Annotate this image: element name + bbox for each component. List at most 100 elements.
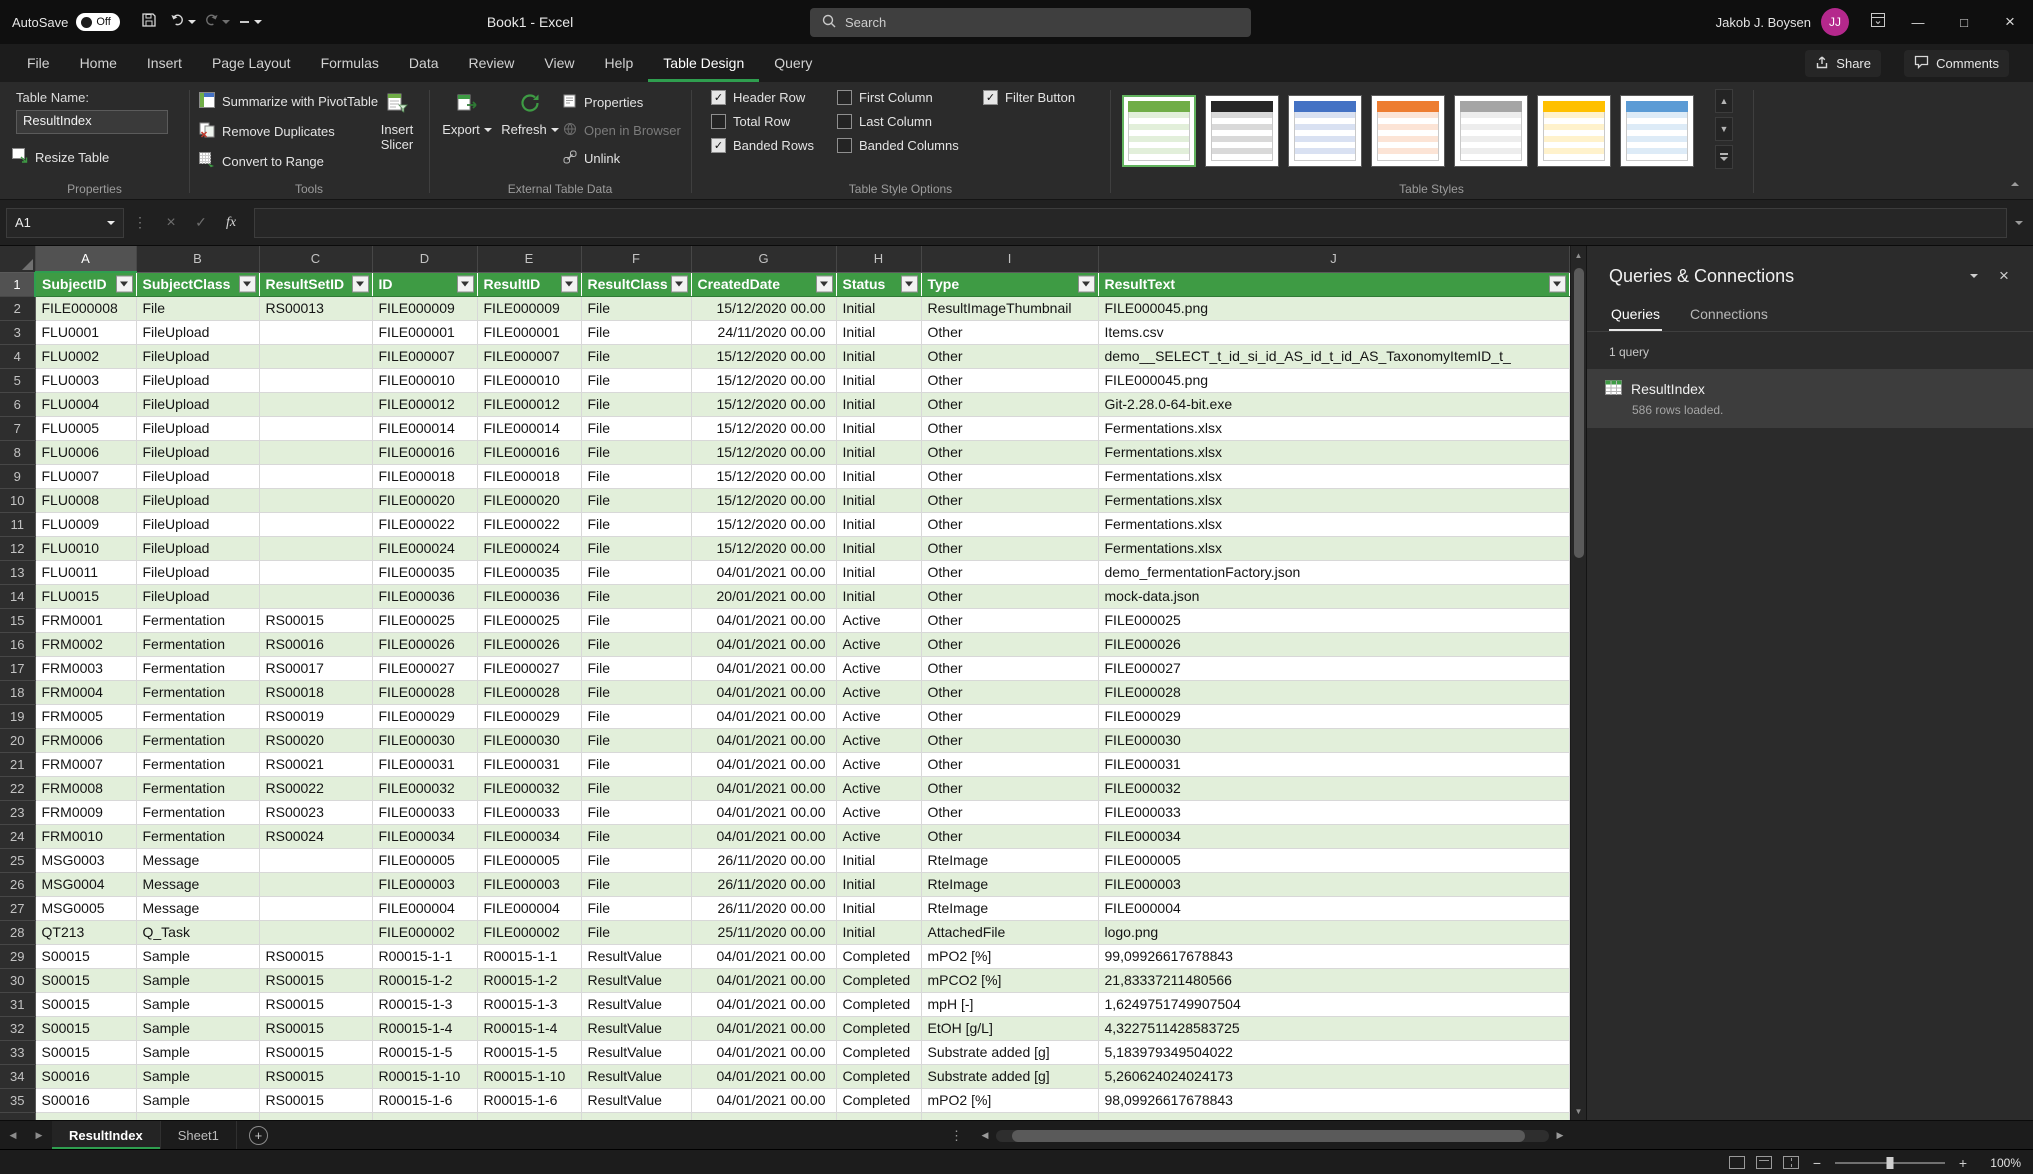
cell-D8[interactable]: FILE000016: [372, 440, 477, 464]
cell-E4[interactable]: FILE000007: [477, 344, 581, 368]
cell-H19[interactable]: Active: [836, 704, 921, 728]
checkbox-total-row[interactable]: Total Row: [711, 114, 814, 129]
cell-I35[interactable]: mPO2 [%]: [921, 1088, 1098, 1112]
column-header-H[interactable]: H: [836, 246, 921, 272]
ribbon-tab-page-layout[interactable]: Page Layout: [197, 44, 306, 82]
cell-D23[interactable]: FILE000033: [372, 800, 477, 824]
cell-H24[interactable]: Active: [836, 824, 921, 848]
cell-D34[interactable]: R00015-1-10: [372, 1064, 477, 1088]
pane-menu-button[interactable]: [1959, 262, 1989, 290]
cell-B25[interactable]: Message: [136, 848, 259, 872]
checkbox-filter-button[interactable]: ✓Filter Button: [983, 90, 1075, 105]
cell-F14[interactable]: File: [581, 584, 691, 608]
table-header-id[interactable]: ID: [372, 272, 477, 296]
cell-I22[interactable]: Other: [921, 776, 1098, 800]
cell-G25[interactable]: 26/11/2020 00.00: [691, 848, 836, 872]
cell-H35[interactable]: Completed: [836, 1088, 921, 1112]
cell-H13[interactable]: Initial: [836, 560, 921, 584]
cell-C16[interactable]: RS00016: [259, 632, 372, 656]
cell-G35[interactable]: 04/01/2021 00.00: [691, 1088, 836, 1112]
cell-E31[interactable]: R00015-1-3: [477, 992, 581, 1016]
cell-I30[interactable]: mPCO2 [%]: [921, 968, 1098, 992]
cell-D14[interactable]: FILE000036: [372, 584, 477, 608]
cell-E16[interactable]: FILE000026: [477, 632, 581, 656]
cell-H3[interactable]: Initial: [836, 320, 921, 344]
row-header-22[interactable]: 22: [0, 776, 35, 800]
cell-H20[interactable]: Active: [836, 728, 921, 752]
cell-I13[interactable]: Other: [921, 560, 1098, 584]
normal-view-button[interactable]: [1729, 1156, 1745, 1169]
cell-J21[interactable]: FILE000031: [1098, 752, 1569, 776]
cell-G3[interactable]: 24/11/2020 00.00: [691, 320, 836, 344]
ribbon-display-options-button[interactable]: [1861, 5, 1895, 39]
cell-F11[interactable]: File: [581, 512, 691, 536]
cell-H5[interactable]: Initial: [836, 368, 921, 392]
cell-G28[interactable]: 25/11/2020 00.00: [691, 920, 836, 944]
open-in-browser-button[interactable]: Open in Browser: [563, 122, 681, 139]
cell-I28[interactable]: AttachedFile: [921, 920, 1098, 944]
ribbon-tab-view[interactable]: View: [529, 44, 589, 82]
ribbon-tab-table-design[interactable]: Table Design: [648, 44, 759, 82]
cell-J32[interactable]: 4,3227511428583725: [1098, 1016, 1569, 1040]
filter-button-subjectclass[interactable]: [239, 276, 256, 293]
resize-table-button[interactable]: Resize Table: [12, 148, 109, 167]
cell-H11[interactable]: Initial: [836, 512, 921, 536]
cell-E29[interactable]: R00015-1-1: [477, 944, 581, 968]
cell-I10[interactable]: Other: [921, 488, 1098, 512]
cell-E14[interactable]: FILE000036: [477, 584, 581, 608]
cell-G14[interactable]: 20/01/2021 00.00: [691, 584, 836, 608]
maximize-button[interactable]: □: [1941, 0, 1987, 44]
cell-B29[interactable]: Sample: [136, 944, 259, 968]
cell-A30[interactable]: S00015: [35, 968, 136, 992]
zoom-slider[interactable]: [1835, 1162, 1945, 1164]
zoom-level[interactable]: 100%: [1981, 1156, 2021, 1170]
cell-D17[interactable]: FILE000027: [372, 656, 477, 680]
column-header-G[interactable]: G: [691, 246, 836, 272]
cell-C13[interactable]: [259, 560, 372, 584]
cell-D28[interactable]: FILE000002: [372, 920, 477, 944]
external-properties-button[interactable]: Properties: [563, 94, 643, 111]
cell-H10[interactable]: Initial: [836, 488, 921, 512]
cell-F12[interactable]: File: [581, 536, 691, 560]
cell-D18[interactable]: FILE000028: [372, 680, 477, 704]
zoom-out-button[interactable]: −: [1810, 1155, 1824, 1171]
column-header-D[interactable]: D: [372, 246, 477, 272]
table-style-yellow[interactable]: [1537, 95, 1611, 167]
row-header-36[interactable]: 36: [0, 1112, 35, 1120]
cell-G18[interactable]: 04/01/2021 00.00: [691, 680, 836, 704]
cell-E13[interactable]: FILE000035: [477, 560, 581, 584]
pane-close-button[interactable]: ×: [1989, 262, 2019, 290]
cell-G33[interactable]: 04/01/2021 00.00: [691, 1040, 836, 1064]
cell-C3[interactable]: [259, 320, 372, 344]
avatar[interactable]: JJ: [1821, 8, 1849, 36]
cell-E20[interactable]: FILE000030: [477, 728, 581, 752]
table-style-blue[interactable]: [1288, 95, 1362, 167]
cell-F29[interactable]: ResultValue: [581, 944, 691, 968]
cell-E2[interactable]: FILE000009: [477, 296, 581, 320]
cell-D21[interactable]: FILE000031: [372, 752, 477, 776]
cell-G20[interactable]: 04/01/2021 00.00: [691, 728, 836, 752]
cell-C19[interactable]: RS00019: [259, 704, 372, 728]
cell-J6[interactable]: Git-2.28.0-64-bit.exe: [1098, 392, 1569, 416]
cell-H29[interactable]: Completed: [836, 944, 921, 968]
cell-B28[interactable]: Q_Task: [136, 920, 259, 944]
cell-A7[interactable]: FLU0005: [35, 416, 136, 440]
cell-C29[interactable]: RS00015: [259, 944, 372, 968]
cell-J18[interactable]: FILE000028: [1098, 680, 1569, 704]
ribbon-tab-query[interactable]: Query: [759, 44, 827, 82]
zoom-slider-handle[interactable]: [1887, 1157, 1894, 1169]
cell-I12[interactable]: Other: [921, 536, 1098, 560]
cell-H15[interactable]: Active: [836, 608, 921, 632]
table-header-resultclass[interactable]: ResultClass: [581, 272, 691, 296]
cell-A4[interactable]: FLU0002: [35, 344, 136, 368]
cell-I24[interactable]: Other: [921, 824, 1098, 848]
cell-D30[interactable]: R00015-1-2: [372, 968, 477, 992]
cell-J23[interactable]: FILE000033: [1098, 800, 1569, 824]
cell-I33[interactable]: Substrate added [g]: [921, 1040, 1098, 1064]
filter-button-status[interactable]: [901, 276, 918, 293]
cell-E22[interactable]: FILE000032: [477, 776, 581, 800]
column-header-J[interactable]: J: [1098, 246, 1569, 272]
cell-E26[interactable]: FILE000003: [477, 872, 581, 896]
cell-J24[interactable]: FILE000034: [1098, 824, 1569, 848]
row-header-18[interactable]: 18: [0, 680, 35, 704]
